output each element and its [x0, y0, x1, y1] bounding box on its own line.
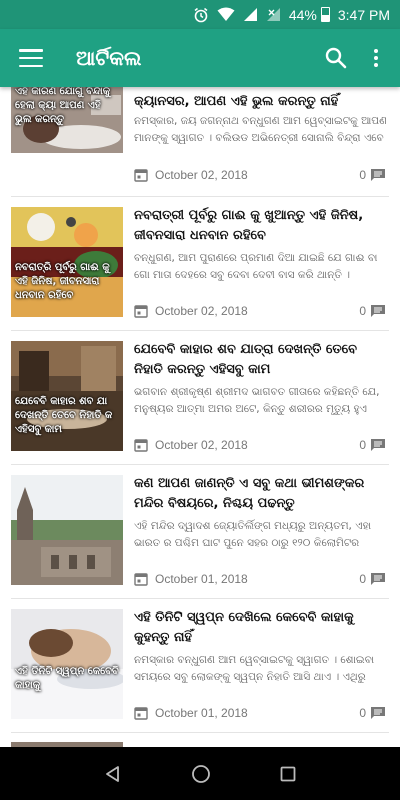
- comment-count: 0: [359, 438, 366, 452]
- list-item[interactable]: ଯେବେବି କାହାର ଶବ ଯା ଦେଖନ୍ତି ତେବେ ନିହାତି କ…: [0, 331, 400, 464]
- article-meta: October 02, 2018 0: [134, 301, 386, 321]
- system-nav-bar: [0, 747, 400, 800]
- signal-icon: [243, 8, 257, 21]
- status-icons: [193, 7, 281, 23]
- thumbnail-caption: ନବରାତ୍ରି ପୂର୍ବରୁ ଗାଈ କୁ ଏହି ଜିନିଷ, ଜୀବନସ…: [15, 262, 110, 301]
- thumbnail-caption: ଏହି ତିନିଟି ସ୍ୱପ୍ନ କେବେବି କାହାକୁ: [15, 666, 119, 691]
- alarm-icon: [194, 7, 208, 22]
- article-title[interactable]: ଏହି ତିନିଟି ସ୍ୱପ୍ନ ଦେଖିଲେ କେବେବି କାହାକୁ କ…: [134, 608, 386, 650]
- home-icon[interactable]: [191, 764, 211, 784]
- article-excerpt-line-1: ବନ୍ଧୁଗଣ, ଆମ ପୁରାଣରେ ପ୍ରମାଣ ଦିଆ ଯାଇଛି ଯେ …: [134, 252, 378, 264]
- battery-percent: 44%: [288, 6, 317, 23]
- list-item[interactable]: ଏହି ତିନିଟି ସ୍ୱପ୍ନ କେବେବି କାହାକୁ ଏହି ତିନି…: [0, 599, 400, 732]
- comment-count: 0: [359, 706, 366, 720]
- more-vert-icon[interactable]: [374, 49, 378, 67]
- article-excerpt-line-1: ଭଗବାନ ଶ୍ରୀକୃଷ୍ଣ ଶ୍ରୀମଦ ଭାଗବତ ଗୀତାରେ କହିଛ…: [134, 386, 380, 398]
- calendar-icon: [134, 707, 148, 720]
- article-title[interactable]: ଯେବେବି କାହାର ଶବ ଯାତ୍ରା ଦେଖନ୍ତି ତେବେ ନିହା…: [134, 340, 386, 382]
- clock: 3:47 PM: [337, 6, 390, 23]
- comment-icon[interactable]: [370, 304, 386, 318]
- status-bar: 44% 3:47 PM: [0, 0, 400, 29]
- app-bar: ଆର୍ଟିକଲ: [0, 29, 400, 87]
- wifi-icon: [217, 7, 235, 21]
- article-meta: October 01, 2018 0: [134, 569, 386, 589]
- battery-icon: [320, 7, 330, 22]
- article-excerpt-line-2: ଭାରତ ର ପଶ୍ଚିମ ଘାଟ ପୁନେ ସହର ଠାରୁ ୧୨୦ କିଲୋ…: [134, 537, 360, 549]
- article-excerpt-line-1: ଏହି ମନ୍ଦିର ଦ୍ୱାଦଶ ଜ୍ୟୋତିର୍ଲିଙ୍ଗ ମଧ୍ୟରୁ ଅ…: [134, 520, 372, 532]
- search-icon[interactable]: [324, 46, 348, 70]
- calendar-icon: [134, 573, 148, 586]
- signal-2-icon: [266, 8, 280, 21]
- article-date: October 02, 2018: [155, 438, 248, 452]
- article-thumbnail[interactable]: ଏହି କାରଣ ଯୋଗୁ ବିନ୍ଦାକୁ ହେଲା କ୍ୟା ଆପଣ ଏହି…: [11, 87, 123, 153]
- calendar-icon: [134, 169, 148, 182]
- comment-count: 0: [359, 168, 366, 182]
- recents-icon[interactable]: [280, 766, 296, 782]
- comment-count: 0: [359, 304, 366, 318]
- article-thumbnail[interactable]: ଏହି ତିନିଟି ସ୍ୱପ୍ନ କେବେବି କାହାକୁ: [11, 609, 123, 719]
- article-excerpt-line-1: ନମସ୍କାର ବନ୍ଧୁଗଣ ଆମ ୱେବ୍‌ସାଇଟକୁ ସ୍ୱାଗତ । …: [134, 654, 375, 666]
- comment-count: 0: [359, 572, 366, 586]
- article-date: October 01, 2018: [155, 706, 248, 720]
- article-thumbnail[interactable]: ନବରାତ୍ରି ପୂର୍ବରୁ ଗାଈ କୁ ଏହି ଜିନିଷ, ଜୀବନସ…: [11, 207, 123, 317]
- comment-icon[interactable]: [370, 168, 386, 182]
- article-excerpt-line-1: ନମସ୍କାର, ଜୟ ଜଗନ୍ନାଥ ବନ୍ଧୁଗଣ ଆମ ୱେବ୍‌ସାଇଟ…: [134, 115, 386, 127]
- article-title[interactable]: କଣ ଆପଣ ଜାଣନ୍ତି ଏ ସବୁ କଥା ଭୀମଶଙ୍କର ମନ୍ଦିର…: [134, 474, 386, 516]
- thumbnail-caption: ଏହି କାରଣ ଯୋଗୁ ବିନ୍ଦାକୁ ହେଲା କ୍ୟା ଆପଣ ଏହି…: [15, 87, 111, 125]
- article-date: October 02, 2018: [155, 168, 248, 182]
- comment-icon[interactable]: [370, 572, 386, 586]
- article-thumbnail[interactable]: ଯେବେବି କାହାର ଶବ ଯା ଦେଖନ୍ତି ତେବେ ନିହାତି କ…: [11, 341, 123, 451]
- article-meta: October 02, 2018 0: [134, 165, 386, 185]
- hamburger-icon[interactable]: [19, 49, 43, 67]
- list-item[interactable]: ନବରାତ୍ରି ପୂର୍ବରୁ ଗାଈ କୁ ଏହି ଜିନିଷ, ଜୀବନସ…: [0, 197, 400, 330]
- page-title: ଆର୍ଟିକଲ: [76, 46, 142, 70]
- article-excerpt-line-2: ଗୋ ମାତା ଦେହରେ ସବୁ ଦେବା ଦେବୀ ବାସ କରି ଥାନ୍…: [134, 269, 350, 281]
- article-title[interactable]: କ୍ୟାନସର, ଆପଣ ଏହି ଭୁଲ କରନ୍ତୁ ନାହିଁ: [134, 92, 386, 114]
- article-thumbnail[interactable]: [11, 475, 123, 585]
- article-excerpt-line-2: ସମୟରେ ସବୁ ଲୋକଙ୍କୁ ସ୍ୱପ୍ନ ନିହାତି ଆସି ଥାଏ …: [134, 671, 366, 683]
- divider: [11, 732, 389, 733]
- back-icon[interactable]: [104, 765, 122, 783]
- calendar-icon: [134, 305, 148, 318]
- list-item[interactable]: କଣ ଆପଣ ଜାଣନ୍ତି ଏ ସବୁ କଥା ଭୀମଶଙ୍କର ମନ୍ଦିର…: [0, 465, 400, 598]
- article-date: October 02, 2018: [155, 304, 248, 318]
- comment-icon[interactable]: [370, 438, 386, 452]
- article-meta: October 01, 2018 0: [134, 703, 386, 723]
- comment-icon[interactable]: [370, 706, 386, 720]
- calendar-icon: [134, 439, 148, 452]
- list-item[interactable]: ଏହି କାରଣ ଯୋଗୁ ବିନ୍ଦାକୁ ହେଲା କ୍ୟା ଆପଣ ଏହି…: [0, 87, 400, 188]
- article-excerpt-line-2: ମନୁଷ୍ୟର ଆତ୍ମା ଅମର ଅଟେ, କିନ୍ତୁ ଶରୀରର ମୃତ୍…: [134, 403, 367, 415]
- article-title[interactable]: ନବରାତ୍ରୀ ପୂର୍ବରୁ ଗାଈ କୁ ଖୁଆନ୍ତୁ ଏହି ଜିନି…: [134, 206, 386, 248]
- article-excerpt-line-2: ମାନଙ୍କୁ ସ୍ୱାଗତ । ବଲିଉଡ ଅଭିନେତ୍ରୀ ସୋନାଲି …: [134, 132, 384, 144]
- article-meta: October 02, 2018 0: [134, 435, 386, 455]
- article-list[interactable]: ଏହି କାରଣ ଯୋଗୁ ବିନ୍ଦାକୁ ହେଲା କ୍ୟା ଆପଣ ଏହି…: [0, 87, 400, 747]
- thumbnail-caption: ଯେବେବି କାହାର ଶବ ଯା ଦେଖନ୍ତି ତେବେ ନିହାତି କ…: [15, 396, 113, 435]
- article-date: October 01, 2018: [155, 572, 248, 586]
